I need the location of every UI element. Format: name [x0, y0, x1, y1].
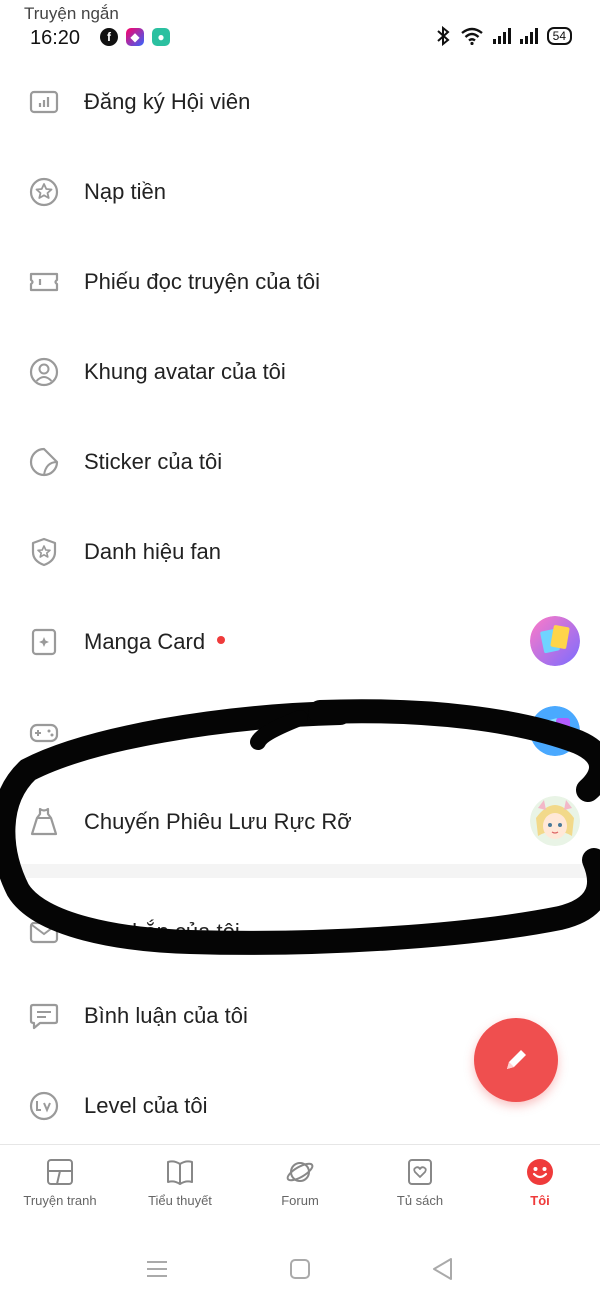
level-icon	[29, 1091, 59, 1121]
star-coin-icon	[29, 177, 59, 207]
menu-item-manga-card[interactable]: Manga Card	[0, 596, 600, 686]
planet-icon	[286, 1162, 314, 1182]
menu-item-label: Manga Card	[84, 629, 226, 655]
menu-item-adventure[interactable]: Chuyến Phiêu Lưu Rực Rỡ	[0, 776, 600, 866]
tab-bookshelf[interactable]: Tủ sách	[360, 1157, 480, 1208]
tab-novels[interactable]: Tiểu thuyết	[120, 1157, 240, 1208]
status-time: 16:20	[30, 27, 81, 49]
bookshelf-heart-icon	[408, 1159, 432, 1185]
menu-item-label: Bình luận của tôi	[84, 1003, 248, 1028]
sticker-icon	[29, 447, 59, 477]
message-icon	[29, 921, 59, 944]
comic-icon	[47, 1159, 73, 1185]
tab-forum[interactable]: Forum	[240, 1157, 360, 1208]
menu-item-label: Khung avatar của tôi	[84, 359, 286, 384]
menu-item-messages[interactable]: Tin nhắn của tôi	[0, 886, 600, 976]
tab-label: Tủ sách	[396, 1193, 444, 1208]
system-status-icons: 54	[435, 26, 572, 46]
menu-item-sticker[interactable]: Sticker của tôi	[0, 416, 600, 506]
menu-item-label: Danh hiệu fan	[84, 539, 221, 564]
card-icon	[31, 628, 57, 656]
notification-dot	[217, 636, 226, 645]
bluetooth-icon	[436, 26, 450, 46]
notification-icons: f ◆ ●	[100, 28, 170, 46]
menu-item-label: Level của tôi	[84, 1093, 208, 1118]
compose-fab-button[interactable]	[474, 1018, 558, 1102]
menu-item-reading-tickets[interactable]: Phiếu đọc truyện của tôi	[0, 236, 600, 326]
shortcut-app-icon: ◆	[126, 28, 144, 46]
book-icon	[167, 1160, 193, 1185]
menu-item-fan-badge[interactable]: Danh hiệu fan	[0, 506, 600, 596]
battery-icon: 54	[546, 27, 572, 45]
dress-icon	[30, 807, 58, 836]
menu-item-label: Phiếu đọc truyện của tôi	[84, 269, 321, 294]
menu-item-membership[interactable]: Đăng ký Hội viên	[0, 56, 600, 146]
adventure-thumbnail	[530, 796, 580, 846]
tab-label: Forum	[281, 1193, 319, 1208]
back-nav-icon[interactable]	[428, 1254, 458, 1284]
chat-app-icon: ●	[152, 28, 170, 46]
bottom-tab-bar: Truyện tranh Tiểu thuyết Forum Tủ sách T…	[0, 1144, 600, 1229]
menu-item-label: Đăng ký Hội viên	[84, 89, 251, 114]
status-app-name: Truyện ngắn	[24, 4, 119, 23]
signal-icon	[492, 28, 511, 44]
tab-label: Tiểu thuyết	[148, 1193, 212, 1208]
menu-item-avatar-frame[interactable]: Khung avatar của tôi	[0, 326, 600, 416]
section-divider	[0, 864, 600, 878]
menu-nav-icon[interactable]	[142, 1254, 172, 1284]
game-thumbnail	[530, 706, 580, 756]
smiley-icon	[527, 1159, 553, 1185]
signal-icon	[519, 28, 538, 44]
tab-label: Tôi	[530, 1193, 550, 1208]
system-nav-bar	[0, 1236, 600, 1300]
comment-icon	[29, 1003, 59, 1030]
tab-comics[interactable]: Truyện tranh	[0, 1157, 120, 1208]
tab-me[interactable]: Tôi	[480, 1157, 600, 1208]
menu-item-label: Chuyến Phiêu Lưu Rực Rỡ	[84, 809, 352, 834]
menu-item-label: Tin nhắn của tôi	[84, 919, 240, 944]
facebook-icon: f	[100, 28, 118, 46]
status-bar: Truyện ngắn 16:20 f ◆ ● 54	[0, 0, 600, 56]
tab-label: Truyện tranh	[23, 1193, 97, 1208]
membership-chart-icon	[29, 90, 59, 114]
menu-item-top-up[interactable]: Nạp tiền	[0, 146, 600, 236]
pencil-icon	[507, 1050, 526, 1069]
avatar-frame-icon	[29, 357, 59, 387]
wifi-icon	[460, 27, 483, 45]
menu-item-game[interactable]	[0, 686, 600, 776]
ticket-icon	[29, 272, 59, 292]
menu-item-label: Sticker của tôi	[84, 449, 223, 474]
menu-item-label: Nạp tiền	[84, 179, 166, 204]
gamepad-icon	[29, 723, 59, 743]
manga-card-thumbnail	[530, 616, 580, 666]
fan-badge-icon	[31, 537, 57, 567]
home-nav-icon[interactable]	[285, 1254, 315, 1284]
